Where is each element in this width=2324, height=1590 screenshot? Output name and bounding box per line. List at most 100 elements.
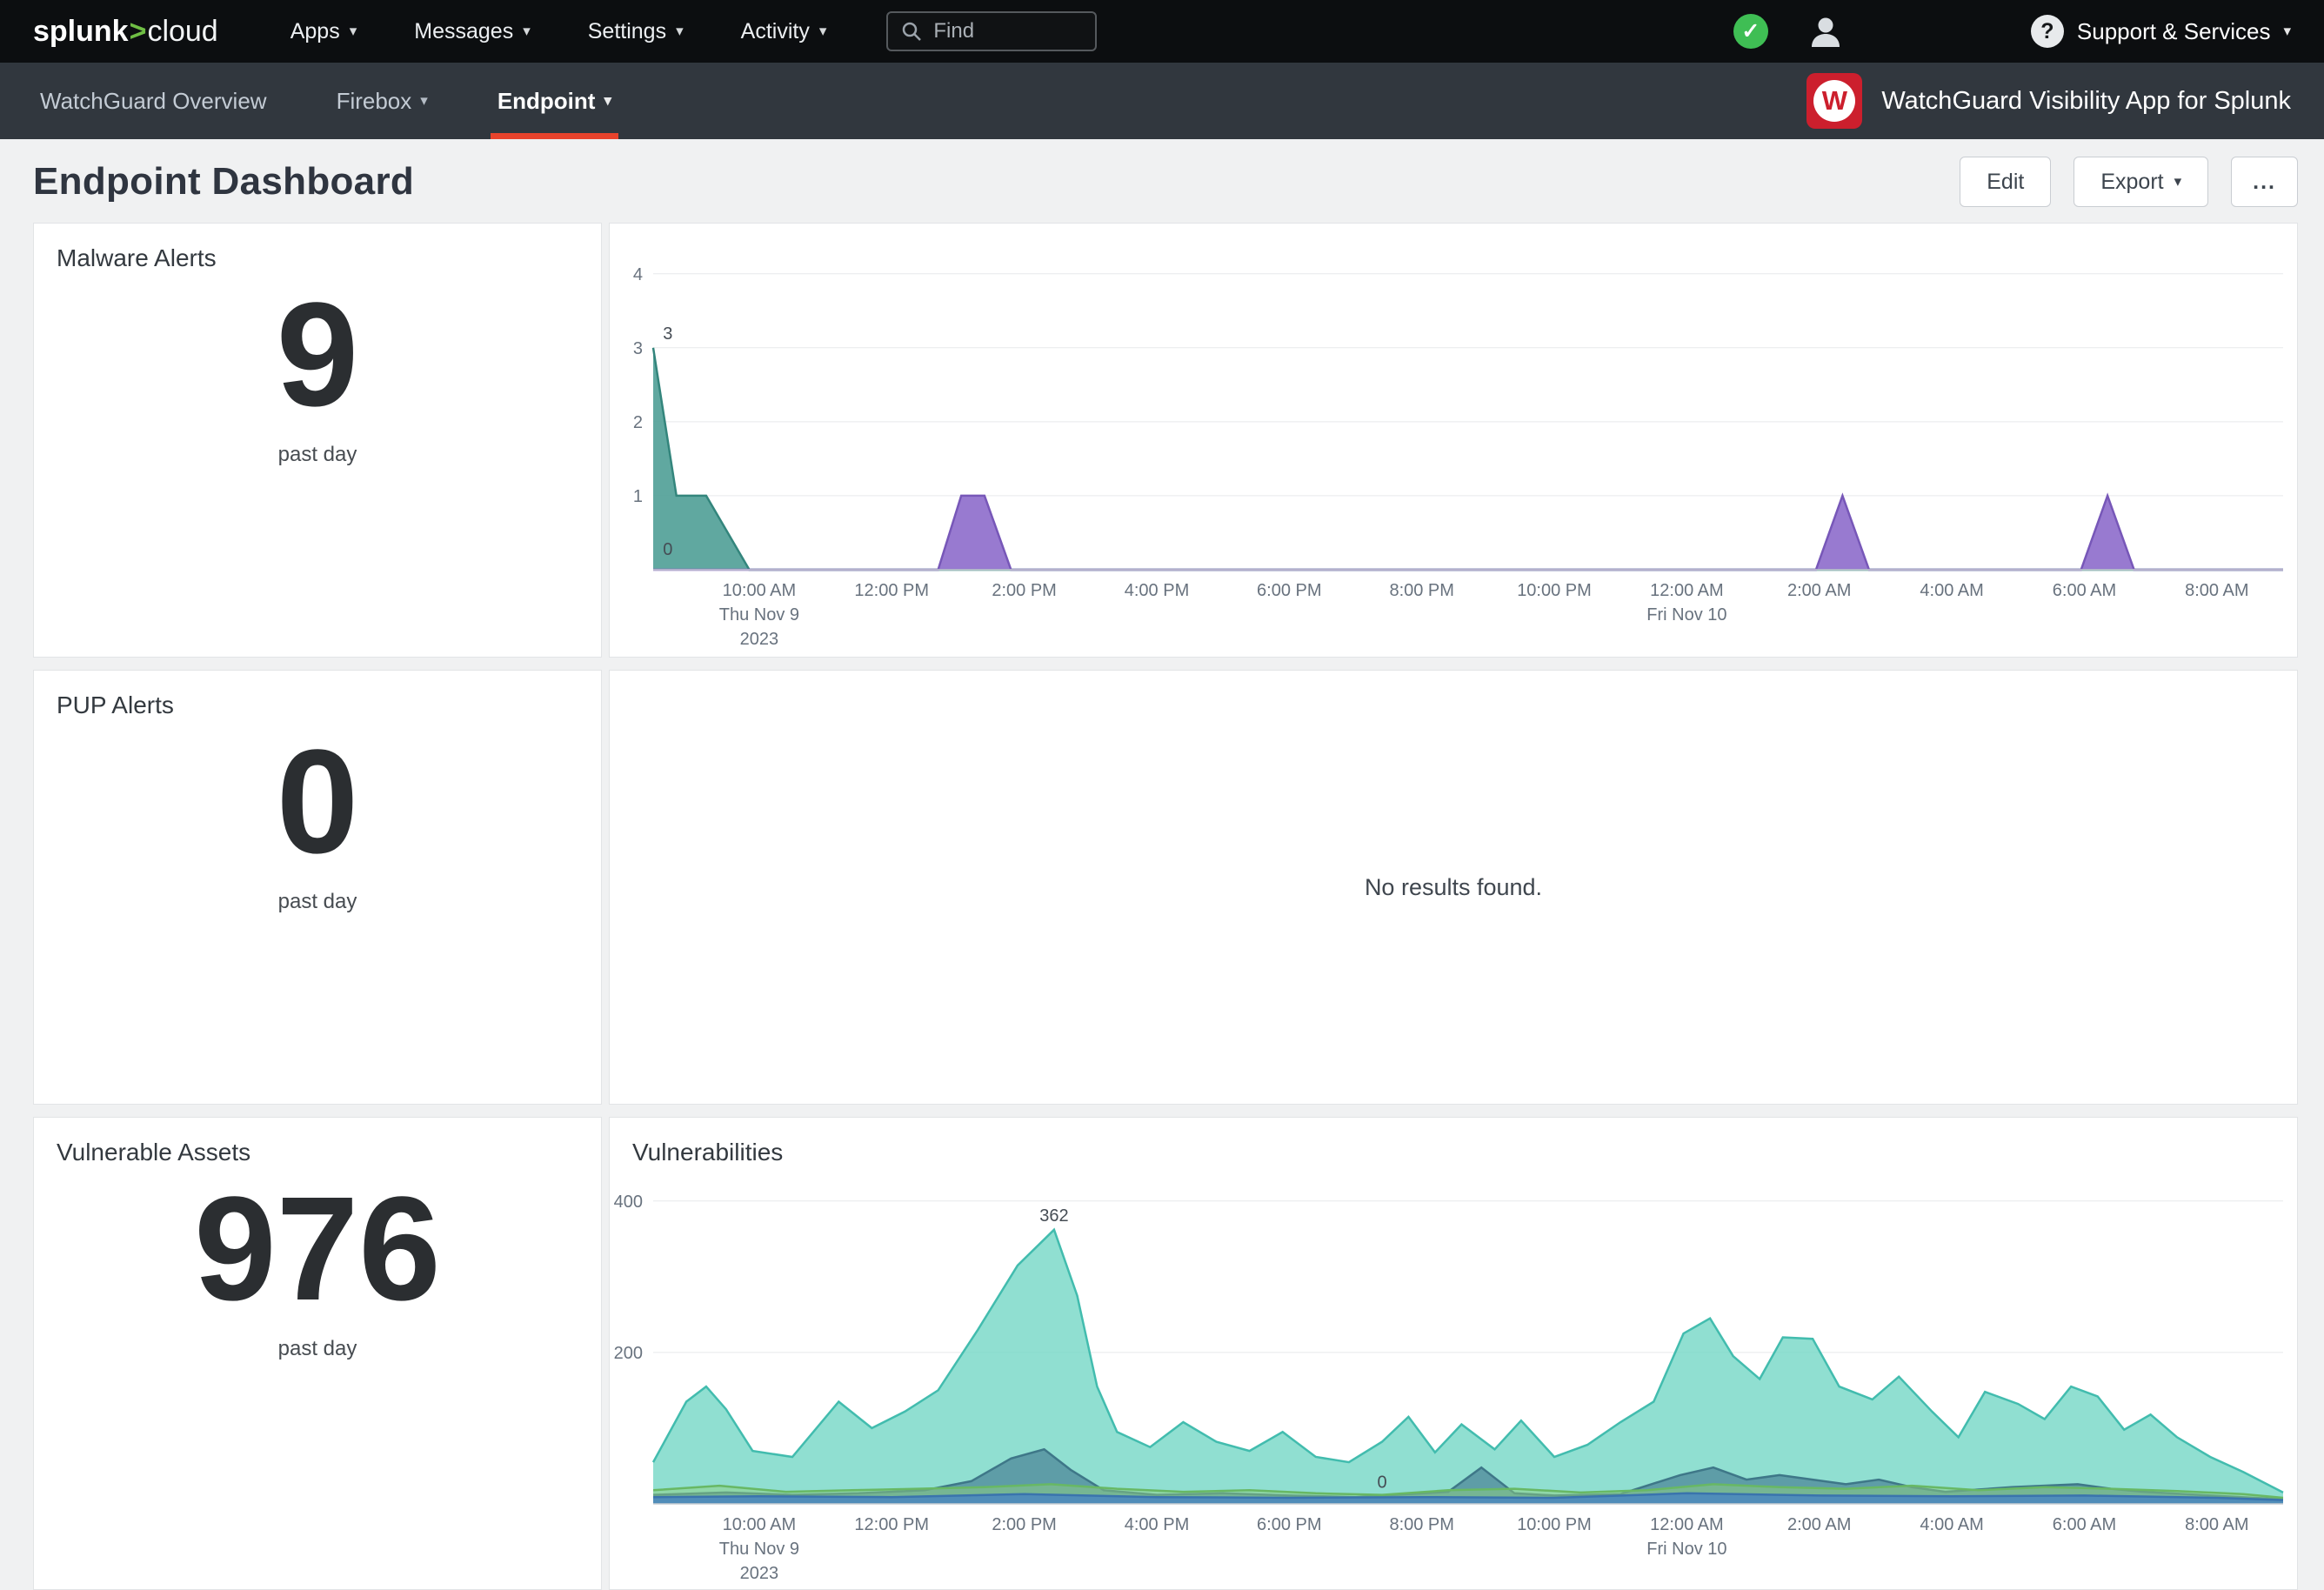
- svg-text:3: 3: [663, 324, 672, 344]
- page-header: Endpoint Dashboard Edit Export ▾ ...: [0, 139, 2324, 223]
- person-icon: [1808, 14, 1843, 49]
- malware-alerts-caption: past day: [34, 443, 601, 467]
- nav-firebox[interactable]: Firebox ▾: [330, 63, 435, 139]
- support-services-menu[interactable]: ? Support & Services ▾: [2031, 15, 2291, 48]
- svg-text:8:00 AM: 8:00 AM: [2185, 1515, 2248, 1534]
- svg-text:6:00 PM: 6:00 PM: [1257, 581, 1321, 600]
- chevron-down-icon: ▾: [2174, 173, 2182, 190]
- svg-text:0: 0: [1377, 1473, 1386, 1492]
- page-title: Endpoint Dashboard: [33, 160, 414, 204]
- pup-alerts-single-value: 0 past day: [34, 728, 601, 914]
- svg-text:6:00 PM: 6:00 PM: [1257, 1515, 1321, 1534]
- svg-text:6:00 AM: 6:00 AM: [2053, 581, 2116, 600]
- svg-text:4:00 AM: 4:00 AM: [1920, 1515, 1983, 1534]
- svg-text:8:00 PM: 8:00 PM: [1389, 581, 1453, 600]
- svg-text:2:00 AM: 2:00 AM: [1787, 1515, 1851, 1534]
- nav-endpoint-label: Endpoint: [498, 88, 596, 115]
- export-button[interactable]: Export ▾: [2074, 157, 2208, 207]
- menu-apps[interactable]: Apps ▾: [262, 0, 386, 63]
- svg-text:2:00 PM: 2:00 PM: [992, 581, 1056, 600]
- malware-alerts-title: Malware Alerts: [34, 224, 601, 272]
- health-status-icon[interactable]: ✓: [1733, 14, 1768, 49]
- svg-text:4:00 AM: 4:00 AM: [1920, 581, 1983, 600]
- nav-watchguard-overview[interactable]: WatchGuard Overview: [33, 63, 274, 139]
- no-results-message: No results found.: [610, 671, 2297, 1104]
- menu-settings-label: Settings: [588, 19, 666, 44]
- svg-text:2:00 PM: 2:00 PM: [992, 1515, 1056, 1534]
- header-actions: Edit Export ▾ ...: [1960, 157, 2298, 207]
- svg-text:4:00 PM: 4:00 PM: [1125, 581, 1189, 600]
- svg-text:10:00 PM: 10:00 PM: [1517, 1515, 1592, 1534]
- svg-text:2:00 AM: 2:00 AM: [1787, 581, 1851, 600]
- find-input[interactable]: [932, 18, 1083, 44]
- user-account-icon[interactable]: [1808, 14, 1843, 49]
- chevron-down-icon: ▾: [604, 92, 611, 110]
- find-search-box[interactable]: [886, 11, 1097, 51]
- check-icon: ✓: [1741, 18, 1760, 44]
- nav-watchguard-overview-label: WatchGuard Overview: [40, 88, 267, 115]
- svg-text:0: 0: [663, 540, 672, 559]
- vulnerable-assets-single-value: 976 past day: [34, 1175, 601, 1361]
- svg-text:10:00 PM: 10:00 PM: [1517, 581, 1592, 600]
- edit-button[interactable]: Edit: [1960, 157, 2051, 207]
- splunk-cloud-app: splunk > cloud Apps ▾ Messages ▾ Setting…: [0, 0, 2324, 1590]
- top-navigation-bar: splunk > cloud Apps ▾ Messages ▾ Setting…: [0, 0, 2324, 63]
- vulnerable-assets-value: 976: [34, 1175, 601, 1323]
- pup-alerts-value: 0: [34, 728, 601, 876]
- chevron-down-icon: ▾: [420, 92, 428, 110]
- malware-timeline-panel: 123410:00 AMThu Nov 9202312:00 PM2:00 PM…: [609, 223, 2298, 658]
- svg-text:2023: 2023: [740, 1564, 779, 1583]
- nav-firebox-label: Firebox: [337, 88, 412, 115]
- menu-apps-label: Apps: [290, 19, 340, 44]
- search-icon: [900, 20, 923, 43]
- svg-text:4: 4: [633, 265, 643, 284]
- help-icon: ?: [2031, 15, 2064, 48]
- malware-alerts-single-value: 9 past day: [34, 281, 601, 467]
- vulnerable-assets-panel: Vulnerable Assets 976 past day: [33, 1117, 602, 1590]
- svg-text:6:00 AM: 6:00 AM: [2053, 1515, 2116, 1534]
- chevron-down-icon: ▾: [523, 23, 531, 40]
- splunk-cloud-logo[interactable]: splunk > cloud: [33, 15, 218, 49]
- vulnerable-assets-title: Vulnerable Assets: [34, 1118, 601, 1166]
- svg-text:200: 200: [614, 1344, 643, 1363]
- svg-text:Fri Nov 10: Fri Nov 10: [1646, 605, 1726, 625]
- svg-text:12:00 PM: 12:00 PM: [854, 1515, 929, 1534]
- svg-text:8:00 AM: 8:00 AM: [2185, 581, 2248, 600]
- vulnerabilities-title: Vulnerabilities: [610, 1118, 2297, 1166]
- svg-text:2: 2: [633, 413, 643, 432]
- app-title: WatchGuard Visibility App for Splunk: [1881, 87, 2291, 116]
- svg-text:4:00 PM: 4:00 PM: [1125, 1515, 1189, 1534]
- chevron-down-icon: ▾: [350, 23, 357, 40]
- nav-endpoint[interactable]: Endpoint ▾: [491, 63, 618, 139]
- svg-text:10:00 AM: 10:00 AM: [723, 581, 797, 600]
- more-options-button[interactable]: ...: [2231, 157, 2298, 207]
- malware-timeline-chart: 123410:00 AMThu Nov 9202312:00 PM2:00 PM…: [610, 225, 2295, 653]
- svg-text:10:00 AM: 10:00 AM: [723, 1515, 797, 1534]
- row-malware: Malware Alerts 9 past day 123410:00 AMTh…: [33, 223, 2298, 658]
- logo-text-cloud: cloud: [147, 15, 217, 49]
- support-services-label: Support & Services: [2077, 18, 2271, 45]
- chevron-down-icon: ▾: [819, 23, 827, 40]
- app-tabs: WatchGuard Overview Firebox ▾ Endpoint ▾: [33, 63, 674, 139]
- logo-text-splunk: splunk: [33, 15, 129, 49]
- chevron-down-icon: ▾: [676, 23, 684, 40]
- dashboard-body: Malware Alerts 9 past day 1 2 3 4 10:00 AM Th…: [0, 223, 2324, 1590]
- watchguard-logo: W: [1806, 73, 1862, 129]
- svg-text:Fri Nov 10: Fri Nov 10: [1646, 1540, 1726, 1559]
- menu-activity[interactable]: Activity ▾: [712, 0, 856, 63]
- app-navigation-bar: WatchGuard Overview Firebox ▾ Endpoint ▾…: [0, 63, 2324, 139]
- menu-settings[interactable]: Settings ▾: [559, 0, 712, 63]
- row-vulnerabilities: Vulnerable Assets 976 past day Vulnerabi…: [33, 1117, 2298, 1590]
- pup-alerts-title: PUP Alerts: [34, 671, 601, 719]
- watchguard-logo-letter: W: [1822, 85, 1847, 117]
- svg-text:12:00 AM: 12:00 AM: [1650, 581, 1724, 600]
- malware-alerts-value: 9: [34, 281, 601, 429]
- menu-messages[interactable]: Messages ▾: [385, 0, 559, 63]
- top-menus: Apps ▾ Messages ▾ Settings ▾ Activity ▾: [262, 0, 856, 63]
- pup-alerts-panel: PUP Alerts 0 past day: [33, 670, 602, 1105]
- vulnerable-assets-caption: past day: [34, 1337, 601, 1361]
- app-brand: W WatchGuard Visibility App for Splunk: [1806, 73, 2291, 129]
- svg-text:Thu Nov 9: Thu Nov 9: [719, 1540, 799, 1559]
- malware-alerts-panel: Malware Alerts 9 past day: [33, 223, 602, 658]
- svg-text:1: 1: [633, 487, 643, 506]
